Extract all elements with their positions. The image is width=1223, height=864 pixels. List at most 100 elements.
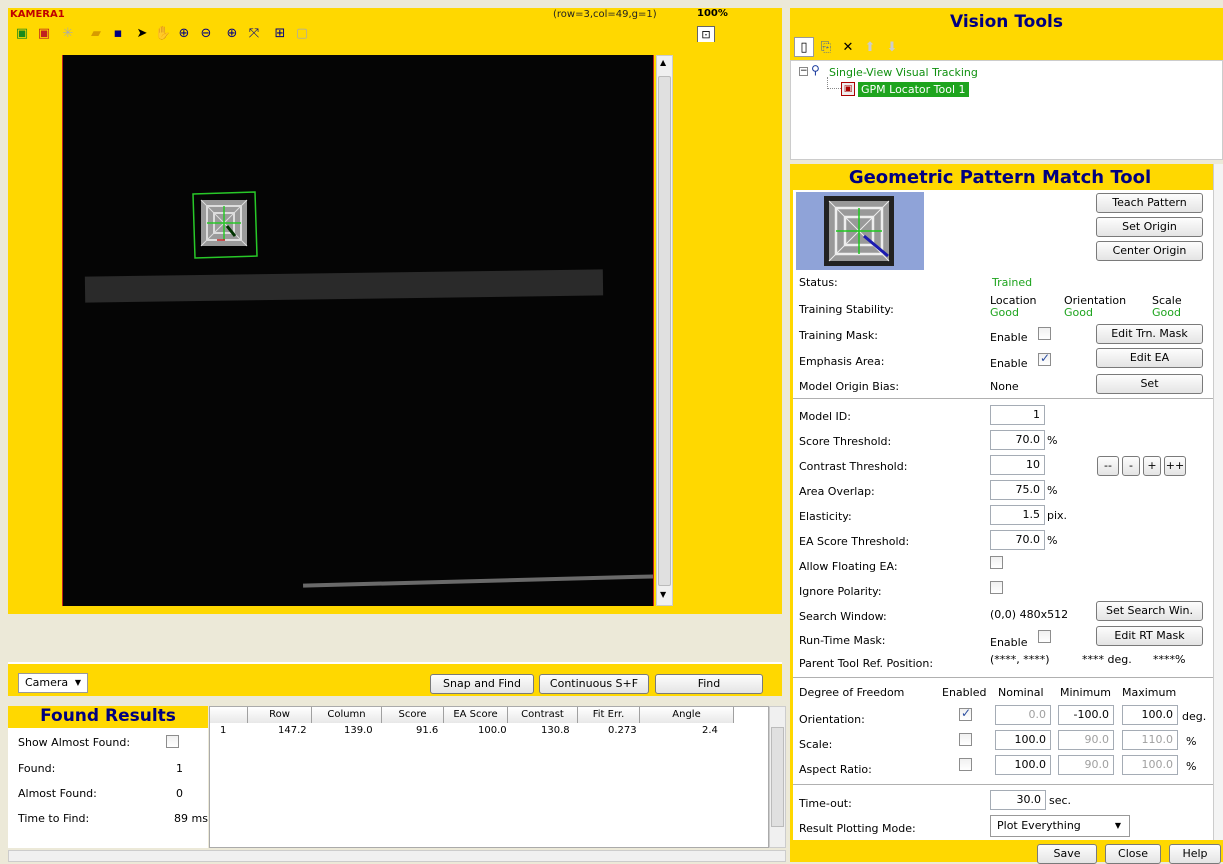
frame-icon[interactable]: ▢ [292, 23, 312, 43]
contrast-increase-large-button[interactable]: ++ [1164, 456, 1186, 476]
aspect-ratio-maximum-field[interactable]: 100.0 [1122, 755, 1178, 775]
parent-ref-percent: ****% [1153, 653, 1186, 666]
expand-collapse-icon[interactable]: − [799, 67, 808, 76]
camera-red-icon[interactable]: ▣ [34, 23, 54, 43]
scrollbar-thumb[interactable] [771, 727, 784, 827]
ignore-polarity-checkbox[interactable] [990, 581, 1003, 594]
result-plotting-mode-select[interactable]: Plot Everything ▼ [990, 815, 1130, 837]
move-up-icon[interactable]: ⬆ [860, 37, 880, 57]
model-origin-bias-value: None [990, 380, 1019, 393]
orientation-minimum-field[interactable]: -100.0 [1058, 705, 1114, 725]
zoom-out-icon[interactable]: ⊖ [196, 23, 216, 43]
table-cell-column[interactable]: 139.0 [344, 725, 373, 736]
table-cell-index[interactable]: 1 [220, 725, 226, 736]
table-header-angle[interactable]: Angle [640, 707, 734, 723]
training-mask-label: Training Mask: [799, 329, 878, 342]
set-bias-button[interactable]: Set [1096, 374, 1203, 394]
ea-score-threshold-field[interactable]: 70.0 [990, 530, 1045, 550]
table-scrollbar[interactable] [769, 706, 786, 848]
training-stability-label: Training Stability: [799, 303, 894, 316]
camera-green-icon[interactable]: ▣ [12, 23, 32, 43]
pointer-icon[interactable]: ➤ [132, 23, 152, 43]
grid-icon[interactable]: ⊞ [270, 23, 290, 43]
set-search-window-button[interactable]: Set Search Win. [1096, 601, 1203, 621]
table-cell-fit-error[interactable]: 0.273 [608, 725, 637, 736]
camera-select[interactable]: Camera ▼ [18, 673, 88, 693]
aspect-ratio-nominal-field[interactable]: 100.0 [995, 755, 1051, 775]
area-overlap-field[interactable]: 75.0 [990, 480, 1045, 500]
model-id-field[interactable]: 1 [990, 405, 1045, 425]
tree-root-item[interactable]: Single-View Visual Tracking [829, 66, 978, 79]
copy-tool-icon[interactable]: ⎘ [816, 37, 836, 57]
close-button[interactable]: Close [1105, 844, 1161, 864]
table-cell-ea-score[interactable]: 100.0 [478, 725, 507, 736]
show-almost-found-checkbox[interactable] [166, 735, 179, 748]
scale-maximum-field[interactable]: 110.0 [1122, 730, 1178, 750]
scale-enabled-checkbox[interactable] [959, 733, 972, 746]
contrast-decrease-button[interactable]: - [1122, 456, 1140, 476]
scroll-down-icon[interactable]: ▼ [660, 590, 666, 599]
table-header-row[interactable]: Row [248, 707, 312, 723]
allow-floating-ea-checkbox[interactable] [990, 556, 1003, 569]
flash-icon[interactable]: ✳ [58, 23, 78, 43]
zoom-box-icon[interactable]: ⤧ [244, 23, 264, 43]
scale-nominal-field[interactable]: 100.0 [995, 730, 1051, 750]
aspect-ratio-enabled-checkbox[interactable] [959, 758, 972, 771]
contrast-threshold-field[interactable]: 10 [990, 455, 1045, 475]
table-cell-score[interactable]: 91.6 [416, 725, 438, 736]
edit-rt-mask-button[interactable]: Edit RT Mask [1096, 626, 1203, 646]
orientation-nominal-field[interactable]: 0.0 [995, 705, 1051, 725]
center-origin-button[interactable]: Center Origin [1096, 241, 1203, 261]
table-cell-row[interactable]: 147.2 [278, 725, 307, 736]
elasticity-field[interactable]: 1.5 [990, 505, 1045, 525]
save-button[interactable]: Save [1037, 844, 1097, 864]
ea-score-threshold-unit: % [1047, 534, 1058, 547]
scale-value: Good [1152, 306, 1181, 319]
table-header-contrast[interactable]: Contrast [508, 707, 578, 723]
open-folder-icon[interactable]: ▰ [86, 23, 106, 43]
time-to-find-label: Time to Find: [18, 812, 90, 825]
score-threshold-field[interactable]: 70.0 [990, 430, 1045, 450]
move-down-icon[interactable]: ⬇ [882, 37, 902, 57]
result-plotting-mode-value: Plot Everything [997, 819, 1081, 832]
orientation-enabled-checkbox[interactable] [959, 706, 972, 721]
dof-nominal-header: Nominal [998, 686, 1044, 699]
set-origin-button[interactable]: Set Origin [1096, 217, 1203, 237]
new-tool-icon[interactable]: ▯ [794, 37, 814, 57]
training-mask-checkbox[interactable] [1038, 327, 1051, 340]
table-cell-angle[interactable]: 2.4 [702, 725, 718, 736]
scale-minimum-field[interactable]: 90.0 [1058, 730, 1114, 750]
timeout-field[interactable]: 30.0 [990, 790, 1046, 810]
emphasis-area-checkbox[interactable] [1038, 351, 1051, 366]
table-cell-contrast[interactable]: 130.8 [541, 725, 570, 736]
table-header-fit-error[interactable]: Fit Err. [578, 707, 640, 723]
gpm-scrollbar[interactable] [1213, 164, 1223, 840]
table-header-ea-score[interactable]: EA Score [444, 707, 508, 723]
find-button[interactable]: Find [655, 674, 763, 694]
zoom-in-icon[interactable]: ⊕ [174, 23, 194, 43]
image-view[interactable] [62, 55, 654, 606]
scroll-up-icon[interactable]: ▲ [660, 58, 666, 67]
table-header-column[interactable]: Column [312, 707, 382, 723]
contrast-increase-button[interactable]: + [1143, 456, 1161, 476]
save-icon[interactable]: ▪ [108, 23, 128, 43]
delete-tool-icon[interactable]: ✕ [838, 37, 858, 57]
help-button[interactable]: Help [1169, 844, 1221, 864]
orientation-maximum-field[interactable]: 100.0 [1122, 705, 1178, 725]
aspect-ratio-minimum-field[interactable]: 90.0 [1058, 755, 1114, 775]
continuous-snap-find-button[interactable]: Continuous S+F [539, 674, 649, 694]
orientation-unit: deg. [1182, 710, 1207, 723]
zoom-fit-icon[interactable]: ⊕ [222, 23, 242, 43]
snap-and-find-button[interactable]: Snap and Find [430, 674, 534, 694]
edit-training-mask-button[interactable]: Edit Trn. Mask [1096, 324, 1203, 344]
table-header-score[interactable]: Score [382, 707, 444, 723]
contrast-decrease-large-button[interactable]: -- [1097, 456, 1119, 476]
horizontal-scrollbar[interactable] [8, 850, 786, 862]
teach-pattern-button[interactable]: Teach Pattern [1096, 193, 1203, 213]
scrollbar-thumb[interactable] [658, 76, 671, 586]
tree-child-item[interactable]: GPM Locator Tool 1 [858, 82, 969, 97]
image-scrollbar[interactable]: ▲ ▼ [656, 55, 673, 606]
hand-icon[interactable]: ✋ [153, 23, 173, 43]
edit-ea-button[interactable]: Edit EA [1096, 348, 1203, 368]
run-time-mask-checkbox[interactable] [1038, 630, 1051, 643]
